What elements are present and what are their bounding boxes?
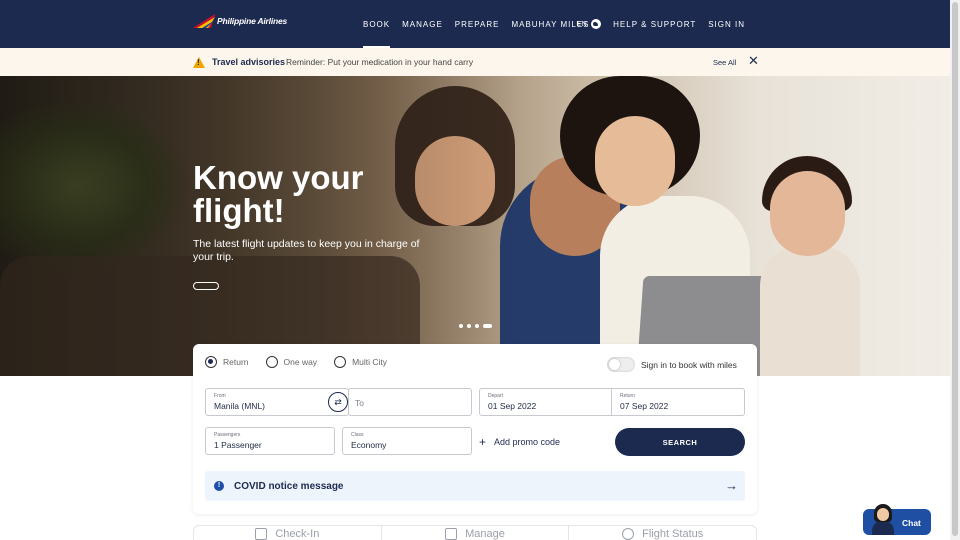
depart-value: 01 Sep 2022 — [488, 401, 537, 411]
class-value: Economy — [351, 440, 387, 450]
radio-icon — [334, 356, 347, 368]
depart-label: Depart — [488, 393, 504, 399]
scrollbar-thumb[interactable] — [952, 2, 958, 536]
trip-type-return[interactable]: Return — [205, 356, 249, 368]
passengers-value: 1 Passenger — [214, 440, 262, 450]
tab-label: Flight Status — [642, 528, 704, 540]
search-button[interactable]: SEARCH — [615, 428, 745, 456]
carousel-dot-2[interactable] — [467, 324, 471, 328]
avatar-torso — [872, 521, 894, 535]
trip-type-selector: Return One way Multi City — [205, 356, 387, 368]
nav-manage[interactable]: MANAGE — [402, 0, 443, 48]
to-placeholder: To — [355, 398, 364, 408]
nav-prepare[interactable]: PREPARE — [455, 0, 500, 48]
help-support-link[interactable]: HELP & SUPPORT — [613, 20, 696, 29]
to-field[interactable]: To — [348, 388, 472, 416]
plus-icon: + — [479, 435, 487, 449]
globe-icon — [591, 19, 602, 29]
logo[interactable]: Philippine Airlines — [193, 14, 287, 28]
carousel-dot-3[interactable] — [475, 324, 479, 328]
travel-advisory-bar: Travel advisories Reminder: Put your med… — [0, 48, 950, 76]
carousel-dot-4[interactable] — [483, 324, 492, 328]
logo-text: Philippine Airlines — [217, 16, 288, 26]
swap-airports-icon[interactable]: ⇄ — [328, 392, 348, 412]
trip-type-label: Multi City — [352, 357, 388, 367]
chat-button[interactable]: Chat — [863, 504, 931, 535]
luggage-icon — [445, 528, 458, 540]
return-value: 07 Sep 2022 — [620, 401, 669, 411]
from-value: Manila (MNL) — [214, 401, 266, 411]
advisory-message: Reminder: Put your medication in your ha… — [286, 57, 474, 67]
class-label: Class — [351, 432, 364, 438]
trip-type-label: One way — [283, 357, 318, 367]
clock-icon — [622, 528, 635, 540]
hero-title: Know your flight! — [193, 159, 364, 229]
header-actions: EN HELP & SUPPORT SIGN IN — [576, 0, 745, 48]
trip-type-one-way[interactable]: One way — [265, 356, 318, 368]
miles-toggle-label: Sign in to book with miles — [641, 360, 737, 370]
nav-book[interactable]: BOOK — [363, 0, 391, 48]
quick-action-tabs: Check-In Manage Flight Status — [193, 525, 757, 540]
main-nav: BOOK MANAGE PREPARE MABUHAY MILES — [363, 0, 590, 48]
hero-subtitle: The latest flight updates to keep you in… — [193, 238, 420, 263]
miles-toggle[interactable] — [607, 357, 635, 372]
passengers-field[interactable]: Passengers 1 Passenger — [205, 427, 335, 455]
warning-icon — [193, 57, 205, 68]
return-date-field[interactable]: Return 07 Sep 2022 — [611, 388, 745, 416]
covid-notice[interactable]: ! COVID notice message → — [205, 471, 745, 501]
tab-manage[interactable]: Manage — [382, 526, 570, 540]
tab-label: Check-In — [275, 528, 320, 540]
tab-label: Manage — [465, 528, 505, 540]
info-icon: ! — [214, 481, 224, 491]
arrow-right-icon: → — [725, 478, 738, 493]
radio-icon — [265, 356, 278, 368]
passengers-label: Passengers — [214, 432, 241, 438]
hero-banner: Know your flight! The latest flight upda… — [0, 76, 950, 376]
airline-logo-icon — [193, 14, 215, 28]
covid-notice-text: COVID notice message — [234, 481, 344, 492]
chat-label: Chat — [902, 518, 921, 528]
tab-check-in[interactable]: Check-In — [194, 526, 382, 540]
hero-photo-child-face — [770, 171, 845, 256]
add-promo-code-button[interactable]: + Add promo code — [479, 436, 560, 448]
chat-agent-avatar — [871, 504, 895, 535]
language-selector[interactable]: EN — [576, 19, 602, 29]
trip-type-multi-city[interactable]: Multi City — [334, 356, 387, 368]
radio-checked-icon — [205, 356, 217, 368]
depart-date-field[interactable]: Depart 01 Sep 2022 — [479, 388, 612, 416]
hero-cta-button[interactable] — [193, 282, 219, 290]
booking-widget: Return One way Multi City Sign in to boo… — [193, 344, 757, 514]
class-field[interactable]: Class Economy — [342, 427, 472, 455]
hero-photo-mother-face — [595, 116, 675, 206]
tab-flight-status[interactable]: Flight Status — [569, 526, 756, 540]
sign-in-link[interactable]: SIGN IN — [708, 20, 745, 29]
checkin-icon — [255, 528, 268, 540]
return-label: Return — [620, 393, 636, 399]
close-icon[interactable]: ✕ — [748, 54, 759, 67]
language-code: EN — [576, 20, 588, 28]
see-all-link[interactable]: See All — [713, 58, 736, 67]
carousel-dot-1[interactable] — [459, 324, 463, 328]
site-header: Philippine Airlines BOOK MANAGE PREPARE … — [0, 0, 950, 48]
promo-label: Add promo code — [494, 437, 561, 447]
from-label: From — [214, 393, 226, 399]
hero-photo-child-body — [760, 246, 860, 376]
avatar-face — [877, 508, 889, 521]
advisory-title: Travel advisories — [212, 57, 286, 67]
trip-type-label: Return — [223, 357, 249, 367]
carousel-dots — [459, 324, 492, 328]
page-scrollbar[interactable] — [950, 0, 960, 540]
